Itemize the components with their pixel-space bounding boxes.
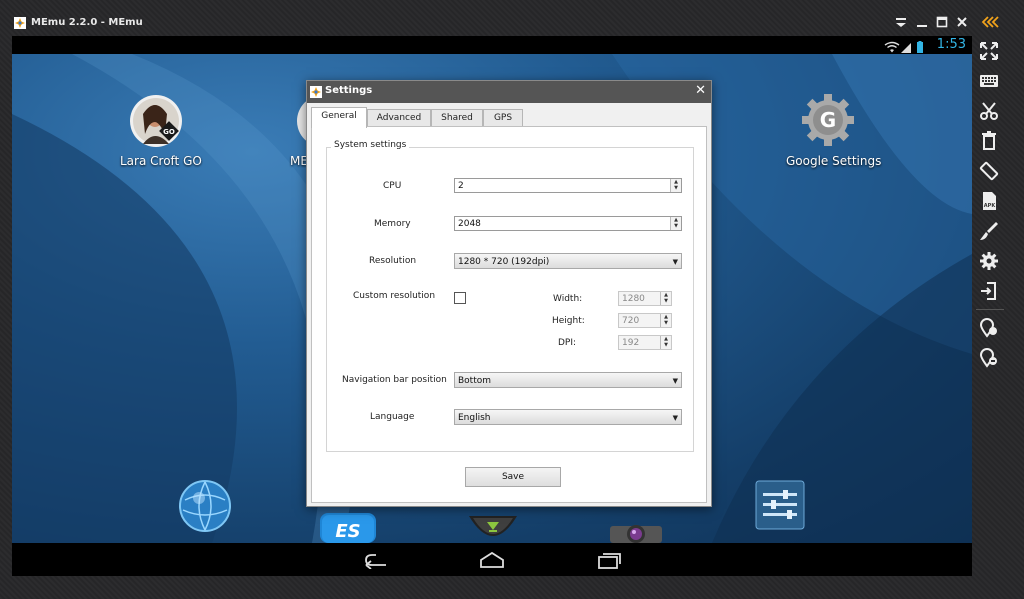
nav-bar-position-label: Navigation bar position <box>342 375 447 385</box>
app-icon-google-settings[interactable]: G <box>800 92 856 148</box>
gear-icon[interactable] <box>978 250 1000 272</box>
dpi-value: 192 <box>622 338 640 348</box>
height-value: 720 <box>622 316 640 326</box>
memory-spinner[interactable]: 2048 ▲ ▼ <box>454 216 682 231</box>
svg-text:GO: GO <box>163 128 175 136</box>
save-button[interactable]: Save <box>465 467 561 487</box>
recent-apps-icon[interactable] <box>596 551 622 569</box>
chevron-down-icon: ▼ <box>672 414 678 422</box>
scissors-icon[interactable] <box>978 100 1000 122</box>
collapse-toolbar-icon[interactable] <box>980 14 1000 30</box>
dock-icon-es-file-explorer[interactable]: ES <box>320 509 376 543</box>
import-icon[interactable] <box>978 280 1000 302</box>
status-bar: 1:53 <box>12 36 972 54</box>
android-nav-bar <box>12 543 972 576</box>
nav-bar-position-select[interactable]: Bottom ▼ <box>454 372 682 388</box>
cpu-spinner[interactable]: 2 ▲ ▼ <box>454 178 682 193</box>
dock-icon-settings[interactable] <box>755 480 805 530</box>
dialog-title-bar: Settings ✕ <box>307 81 711 103</box>
google-settings-gear-icon: G <box>802 94 854 146</box>
spinner-arrows-icon[interactable]: ▲ ▼ <box>660 336 671 349</box>
width-spinner[interactable]: 1280 ▲ ▼ <box>618 291 672 306</box>
window-title: MEmu 2.2.0 - MEmu <box>31 17 143 28</box>
resolution-value: 1280 * 720 (192dpi) <box>458 257 550 267</box>
status-time: 1:53 <box>936 37 966 52</box>
keyboard-icon[interactable] <box>978 70 1000 92</box>
tab-gps[interactable]: GPS <box>483 109 523 127</box>
dpi-spinner[interactable]: 192 ▲ ▼ <box>618 335 672 350</box>
status-icons <box>884 39 928 53</box>
spinner-arrows-icon[interactable]: ▲ ▼ <box>660 314 671 327</box>
menu-icon[interactable] <box>893 14 909 30</box>
app-label-lara-croft-go[interactable]: Lara Croft GO <box>120 154 202 168</box>
cpu-label: CPU <box>383 181 402 191</box>
height-spinner[interactable]: 720 ▲ ▼ <box>618 313 672 328</box>
spinner-arrows-icon[interactable]: ▲ ▼ <box>670 179 681 192</box>
custom-resolution-checkbox[interactable] <box>454 292 466 304</box>
emulator-window: MEmu 2.2.0 - MEmu 1:53 GO Lara Croft GO … <box>0 0 1024 599</box>
language-label: Language <box>370 412 415 422</box>
side-toolbar: APK <box>972 36 1012 576</box>
dock-icon-camera[interactable] <box>608 522 664 543</box>
apk-icon[interactable]: APK <box>978 190 1000 212</box>
dock-icon-downloads[interactable] <box>469 516 517 543</box>
minimize-icon[interactable] <box>914 14 930 30</box>
tab-advanced[interactable]: Advanced <box>367 109 431 127</box>
location-icon-1[interactable] <box>978 316 1000 338</box>
close-icon[interactable] <box>954 14 970 30</box>
system-settings-group: System settings CPU 2 ▲ ▼ Memory 2048 ▲ ▼ … <box>326 140 694 452</box>
chevron-down-icon: ▼ <box>672 377 678 385</box>
spinner-arrows-icon[interactable]: ▲ ▼ <box>660 292 671 305</box>
language-select[interactable]: English ▼ <box>454 409 682 425</box>
maximize-icon[interactable] <box>934 14 950 30</box>
language-value: English <box>458 413 491 423</box>
dialog-close-icon[interactable]: ✕ <box>695 83 706 99</box>
svg-text:ES: ES <box>335 521 360 542</box>
dialog-title: Settings <box>325 85 373 96</box>
brush-icon[interactable] <box>978 220 1000 242</box>
wifi-icon <box>884 41 900 53</box>
trash-icon[interactable] <box>978 130 1000 152</box>
general-tab-panel: System settings CPU 2 ▲ ▼ Memory 2048 ▲ ▼ … <box>311 126 707 503</box>
group-title: System settings <box>331 140 410 150</box>
battery-icon <box>917 41 923 53</box>
nav-bar-position-value: Bottom <box>458 376 492 386</box>
memu-logo-icon <box>310 86 322 98</box>
memory-label: Memory <box>374 219 411 229</box>
width-label: Width: <box>553 294 583 304</box>
cpu-value: 2 <box>458 181 464 191</box>
title-bar: MEmu 2.2.0 - MEmu <box>0 0 1024 36</box>
app-icon-lara-croft-go[interactable]: GO <box>129 94 183 148</box>
lara-croft-go-icon: GO <box>130 95 182 147</box>
spinner-arrows-icon[interactable]: ▲ ▼ <box>670 217 681 230</box>
fullscreen-icon[interactable] <box>978 40 1000 62</box>
resolution-label: Resolution <box>369 256 417 266</box>
location-icon-2[interactable] <box>978 346 1000 368</box>
rotate-icon[interactable] <box>978 160 1000 182</box>
back-icon[interactable] <box>364 551 390 569</box>
dock-icon-browser[interactable] <box>179 480 231 532</box>
height-label: Height: <box>552 316 585 326</box>
dpi-label: DPI: <box>558 338 577 348</box>
memu-logo-icon <box>14 17 26 29</box>
home-icon[interactable] <box>478 551 506 569</box>
toolbar-divider <box>976 309 1004 310</box>
resolution-select[interactable]: 1280 * 720 (192dpi) ▼ <box>454 253 682 269</box>
tab-general[interactable]: General <box>311 107 367 128</box>
tab-shared[interactable]: Shared <box>431 109 483 127</box>
width-value: 1280 <box>622 294 645 304</box>
svg-text:APK: APK <box>984 203 997 209</box>
chevron-down-icon: ▼ <box>672 258 678 266</box>
settings-dialog: Settings ✕ General Advanced Shared GPS S… <box>306 80 712 507</box>
signal-icon <box>901 43 911 53</box>
app-label-google-settings[interactable]: Google Settings <box>786 154 881 168</box>
memory-value: 2048 <box>458 219 481 229</box>
custom-resolution-label: Custom resolution <box>353 291 436 301</box>
svg-text:G: G <box>820 108 836 132</box>
